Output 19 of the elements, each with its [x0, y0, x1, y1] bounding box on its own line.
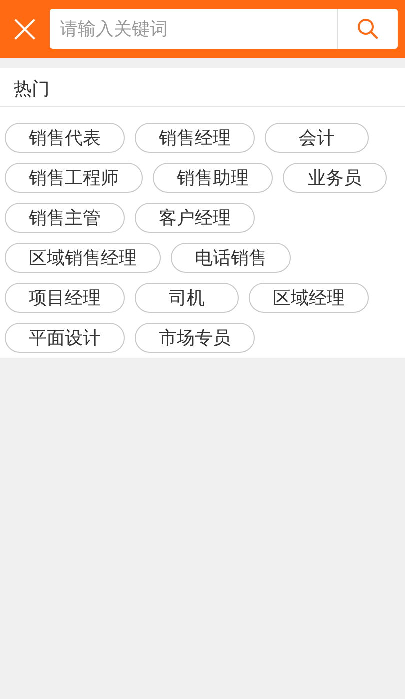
- keyword-tag[interactable]: 区域销售经理: [5, 243, 161, 273]
- section-title: 热门: [0, 68, 405, 107]
- keyword-tag[interactable]: 项目经理: [5, 283, 125, 313]
- keyword-tag[interactable]: 销售主管: [5, 203, 125, 233]
- keyword-tag[interactable]: 客户经理: [135, 203, 255, 233]
- keyword-tag[interactable]: 会计: [265, 123, 369, 153]
- search-button[interactable]: [337, 9, 398, 49]
- keyword-tag[interactable]: 业务员: [283, 163, 387, 193]
- keyword-tag[interactable]: 销售助理: [153, 163, 273, 193]
- keyword-tag[interactable]: 区域经理: [249, 283, 369, 313]
- keyword-tag[interactable]: 销售经理: [135, 123, 255, 153]
- keyword-tag[interactable]: 平面设计: [5, 323, 125, 353]
- keyword-tag[interactable]: 市场专员: [135, 323, 255, 353]
- search-icon: [357, 18, 379, 40]
- keyword-tag[interactable]: 司机: [135, 283, 239, 313]
- keyword-tag[interactable]: 电话销售: [171, 243, 291, 273]
- search-field[interactable]: 请输入关键词: [50, 9, 337, 49]
- keyword-tag[interactable]: 销售工程师: [5, 163, 143, 193]
- keyword-tag[interactable]: 销售代表: [5, 123, 125, 153]
